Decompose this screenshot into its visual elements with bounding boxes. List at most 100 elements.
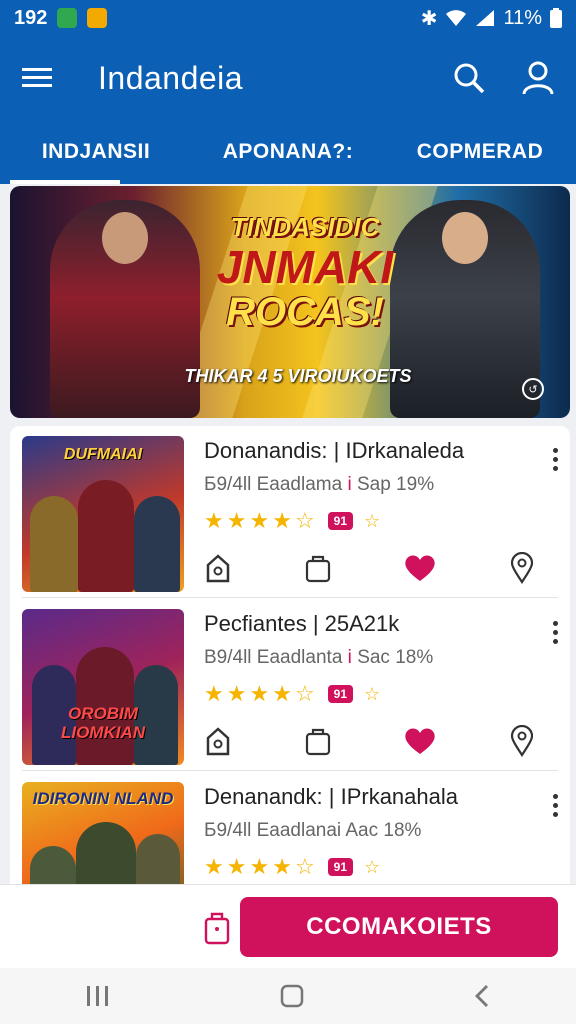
item-subtitle: Б9/4ll Eaadlanai Aac 18% <box>204 820 421 842</box>
star-outline-icon: ☆ <box>294 854 315 879</box>
app-title: Indandeia <box>98 59 244 96</box>
star-outline-icon: ☆ <box>294 681 315 706</box>
banner-caption: THIKAR 4 5 VIROIUKOETS <box>184 366 412 386</box>
bottom-action-bar: CCOMAKOIETS <box>0 884 576 968</box>
back-icon[interactable] <box>472 983 492 1009</box>
rating-stars: ★ ★ ★ ★ ☆ 91 ☆ <box>204 681 380 707</box>
rating-badge: 91 <box>327 685 354 703</box>
banner-title: TINDASIDIC JNMAKI ROCAS! <box>190 212 420 333</box>
location-pin-icon[interactable] <box>510 552 534 584</box>
item-actions <box>204 552 534 584</box>
battery-icon <box>550 8 562 28</box>
star-icon: ★ <box>204 854 224 879</box>
star-outline-icon: ☆ <box>364 856 381 877</box>
item-subtitle: Б9/4ll Eaadlama i Sap 19% <box>204 474 434 496</box>
banner-title-line2: JNMAKI <box>216 241 394 293</box>
system-nav-bar <box>0 968 576 1024</box>
divider <box>22 597 558 598</box>
divider <box>22 770 558 771</box>
list-item[interactable]: IDIRONIN NLAND Denanandk: | IPrkanahala … <box>10 772 570 896</box>
more-options-icon[interactable] <box>553 621 558 644</box>
banner-title-line1: TINDASIDIC <box>230 212 380 242</box>
star-icon: ★ <box>272 854 292 879</box>
list-item[interactable]: OROBIM LIOMKIAN Pecfiantes | 25A21k B9/4… <box>10 599 570 771</box>
location-pin-icon[interactable] <box>510 725 534 757</box>
promo-banner[interactable]: TINDASIDIC JNMAKI ROCAS! THIKAR 4 5 VIRO… <box>10 186 570 418</box>
thumbnail-title: DUFMAIAI <box>63 446 143 463</box>
game-thumbnail: IDIRONIN NLAND <box>22 782 184 896</box>
wifi-icon <box>446 10 467 26</box>
bag-icon[interactable] <box>305 553 331 583</box>
rating-stars: ★ ★ ★ ★ ☆ 91 ☆ <box>204 854 380 880</box>
star-icon: ★ <box>272 508 292 533</box>
thumbnail-figure <box>78 480 134 592</box>
bluetooth-icon: ✱ <box>420 7 438 30</box>
list-item[interactable]: DUFMAIAI Donanandis: | IDrkanaleda Б9/4l… <box>10 426 570 598</box>
star-icon: ★ <box>249 681 270 706</box>
item-title: Donanandis: | IDrkanaleda <box>204 438 465 463</box>
home-icon[interactable] <box>204 553 232 583</box>
home-icon[interactable] <box>204 726 232 756</box>
item-meta-percent: Sap 19% <box>356 474 435 495</box>
more-options-icon[interactable] <box>553 794 558 817</box>
item-title: Pecfiantes | 25A21k <box>204 611 400 636</box>
rating-badge: 91 <box>327 512 354 530</box>
thumbnail-figure <box>30 496 78 592</box>
rating-badge: 91 <box>327 858 354 876</box>
star-icon: ★ <box>226 681 247 706</box>
hero-head <box>102 212 148 264</box>
notification-icon <box>87 8 108 28</box>
rating-stars: ★ ★ ★ ★ ☆ 91 ☆ <box>204 508 380 534</box>
star-icon: ★ <box>226 854 247 879</box>
star-icon: ★ <box>249 508 270 533</box>
bag-icon[interactable] <box>204 909 230 945</box>
star-icon: ★ <box>249 854 270 879</box>
thumbnail-title: IDIRONIN NLAND <box>32 789 174 808</box>
banner-indicator-icon: ↺ <box>522 378 544 400</box>
item-meta: Б9/4ll Eaadlanai <box>204 820 342 841</box>
battery-percent: 11% <box>503 6 542 29</box>
person-icon[interactable] <box>522 61 554 95</box>
search-icon[interactable] <box>452 61 486 95</box>
status-time: 192 <box>14 6 48 29</box>
thumbnail-title: OROBIM LIOMKIAN <box>60 704 146 742</box>
app-bar: Indandeia <box>0 36 576 120</box>
thumbnail-figure <box>134 496 180 592</box>
item-meta-percent: Sac 18% <box>357 647 434 668</box>
tab-aponana[interactable]: APONANA?: <box>192 120 384 184</box>
home-button-icon[interactable] <box>279 983 305 1009</box>
item-meta-percent: Aac 18% <box>345 820 422 841</box>
item-subtitle: B9/4ll Eaadlanta i Sac 18% <box>204 647 433 669</box>
bag-icon[interactable] <box>305 726 331 756</box>
heart-icon[interactable] <box>403 726 437 756</box>
item-title: Denanandk: | IPrkanahala <box>204 784 458 809</box>
item-meta: Б9/4ll Eaadlama <box>204 474 343 495</box>
heart-icon[interactable] <box>403 553 437 583</box>
more-options-icon[interactable] <box>553 448 558 471</box>
star-outline-icon: ☆ <box>364 510 381 531</box>
menu-icon[interactable] <box>22 66 54 90</box>
primary-cta-button[interactable]: CCOMAKOIETS <box>240 897 558 957</box>
star-outline-icon: ☆ <box>364 683 381 704</box>
tab-indjansii[interactable]: INDJANSII <box>0 120 192 184</box>
item-meta-separator: i <box>347 474 352 495</box>
star-icon: ★ <box>204 508 224 533</box>
star-icon: ★ <box>226 508 247 533</box>
game-thumbnail: DUFMAIAI <box>22 436 184 592</box>
item-meta: B9/4ll Eaadlanta <box>204 647 343 668</box>
signal-icon <box>476 10 495 26</box>
recent-apps-icon[interactable] <box>84 984 112 1008</box>
game-thumbnail: OROBIM LIOMKIAN <box>22 609 184 765</box>
item-actions <box>204 725 534 757</box>
item-meta-separator: i <box>347 647 352 668</box>
star-icon: ★ <box>204 681 224 706</box>
game-list: DUFMAIAI Donanandis: | IDrkanaleda Б9/4l… <box>10 426 570 896</box>
notification-icon <box>57 8 78 28</box>
star-outline-icon: ☆ <box>294 508 315 533</box>
star-icon: ★ <box>272 681 292 706</box>
banner-title-line3: ROCAS! <box>226 290 384 335</box>
status-bar: 192 ✱ 11% <box>0 0 576 36</box>
tab-copmerad[interactable]: COPMERAD <box>384 120 576 184</box>
tab-bar: INDJANSII APONANA?: COPMERAD <box>0 120 576 184</box>
hero-head <box>442 212 488 264</box>
